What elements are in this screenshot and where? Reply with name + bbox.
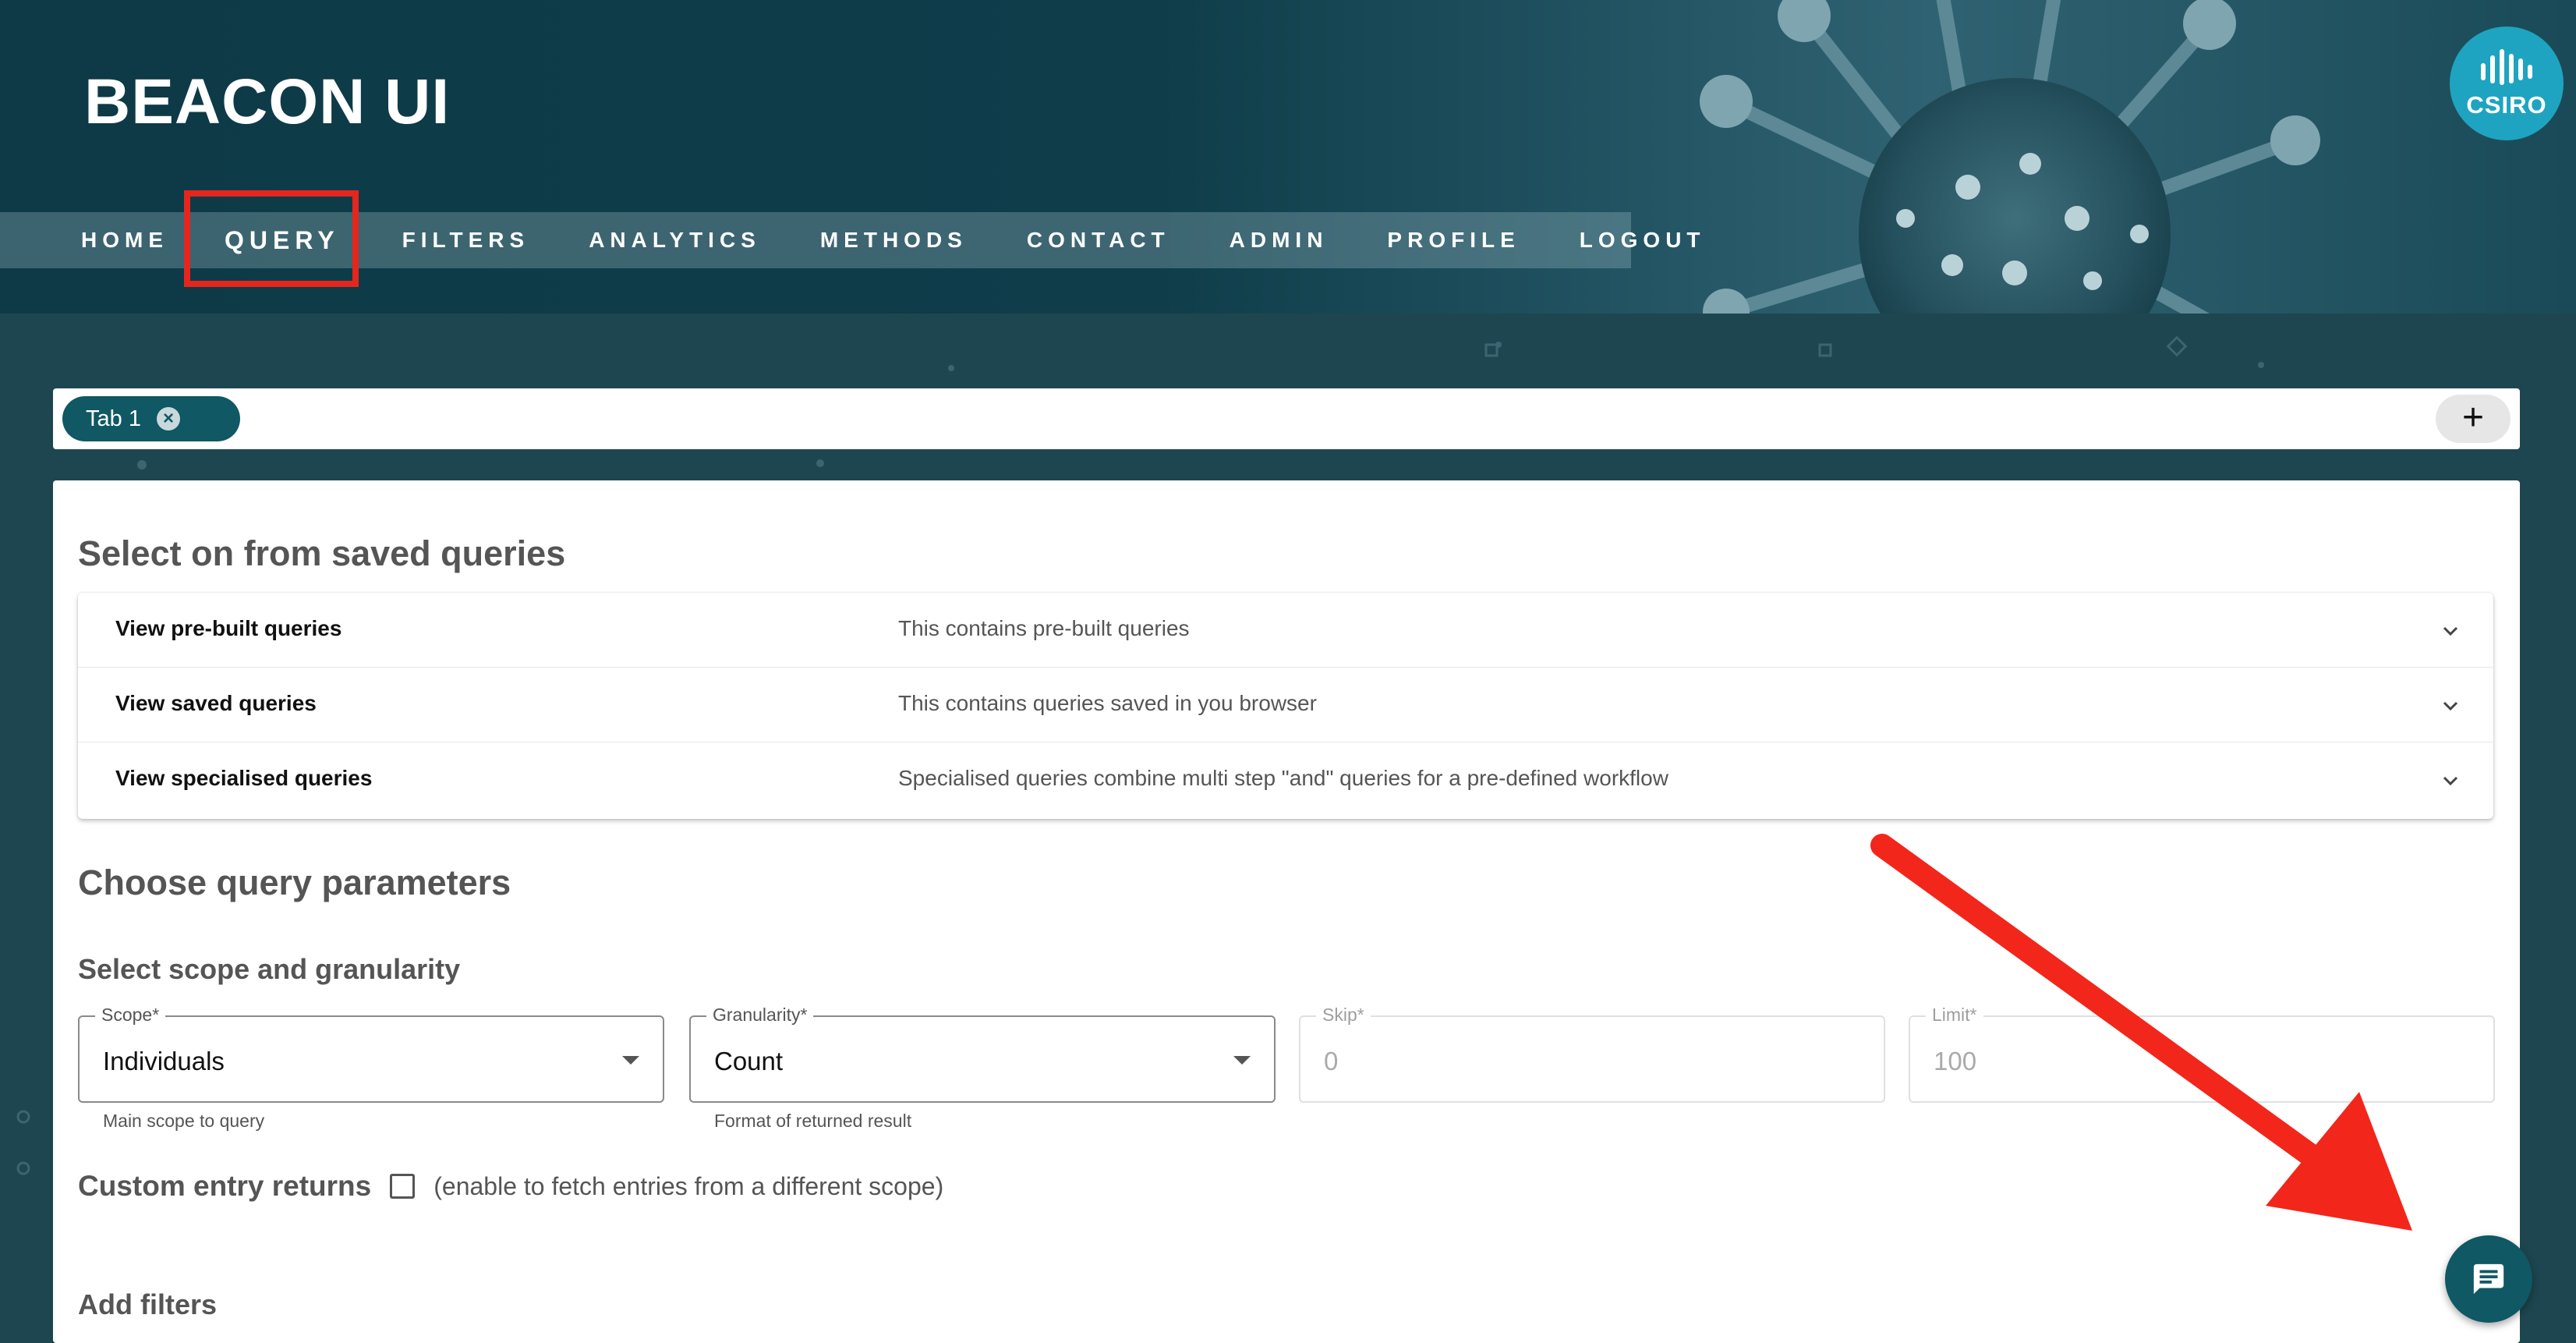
accordion-row-title: View specialised queries: [115, 766, 373, 790]
custom-entry-hint: (enable to fetch entries from a differen…: [433, 1171, 944, 1200]
chevron-down-icon[interactable]: [2439, 694, 2462, 718]
dropdown-arrow-icon: [1233, 1056, 1251, 1065]
granularity-select[interactable]: Granularity* Count: [689, 1005, 1276, 1103]
tab-label: Tab 1: [86, 406, 141, 431]
csiro-bars-icon: [2481, 49, 2532, 85]
custom-entry-checkbox[interactable]: [390, 1174, 416, 1199]
header-banner: BEACON UI HOME QUERY FILTERS ANALYTICS M…: [0, 0, 2576, 314]
scope-select[interactable]: Scope* Individuals: [78, 1005, 664, 1103]
chat-message-icon: [2473, 1263, 2504, 1295]
skip-label: Skip*: [1316, 1005, 1371, 1026]
dropdown-arrow-icon: [622, 1056, 639, 1065]
query-tab-bar: Tab 1 × +: [53, 388, 2520, 449]
app-title: BEACON UI: [84, 66, 451, 137]
scope-value: Individuals: [103, 1047, 225, 1075]
scope-helper: Main scope to query: [103, 1111, 265, 1131]
nav-home[interactable]: HOME: [0, 228, 198, 253]
accordion-row-prebuilt[interactable]: View pre-built queries This contains pre…: [78, 593, 2493, 668]
accordion-row-saved[interactable]: View saved queries This contains queries…: [78, 668, 2493, 742]
nav-profile[interactable]: PROFILE: [1357, 228, 1549, 253]
limit-value: 100: [1934, 1047, 1977, 1075]
chevron-down-icon[interactable]: [2439, 619, 2462, 643]
accordion-row-description: This contains queries saved in you brows…: [898, 691, 1317, 715]
accordion-row-title: View pre-built queries: [115, 616, 342, 640]
csiro-logo[interactable]: CSIRO: [2450, 27, 2564, 140]
custom-entry-label: Custom entry returns: [78, 1170, 372, 1202]
saved-queries-accordion: View pre-built queries This contains pre…: [78, 593, 2493, 819]
limit-label: Limit*: [1926, 1005, 1983, 1026]
plus-icon: +: [2461, 397, 2485, 438]
chat-fab-button[interactable]: [2445, 1235, 2532, 1323]
saved-queries-title: Select on from saved queries: [78, 533, 566, 573]
scope-label: Scope*: [95, 1005, 166, 1026]
custom-entry-row: Custom entry returns (enable to fetch en…: [78, 1170, 943, 1203]
limit-field[interactable]: Limit* 100: [1909, 1005, 2495, 1103]
accordion-row-description: Specialised queries combine multi step "…: [898, 766, 1668, 790]
scope-section-title: Select scope and granularity: [78, 953, 461, 985]
nav-methods[interactable]: METHODS: [791, 228, 997, 253]
query-highlight-box: [184, 190, 359, 287]
accordion-row-title: View saved queries: [115, 691, 317, 715]
granularity-label: Granularity*: [706, 1005, 814, 1026]
granularity-value: Count: [714, 1047, 784, 1075]
query-card: Select on from saved queries View pre-bu…: [53, 480, 2520, 1343]
add-tab-button[interactable]: +: [2436, 395, 2511, 443]
nav-filters[interactable]: FILTERS: [373, 228, 560, 253]
query-params-title: Choose query parameters: [78, 863, 511, 902]
nav-analytics[interactable]: ANALYTICS: [559, 228, 791, 253]
nav-logout[interactable]: LOGOUT: [1550, 228, 1736, 253]
granularity-helper: Format of returned result: [714, 1111, 912, 1131]
accordion-row-description: This contains pre-built queries: [898, 616, 1190, 640]
nav-contact[interactable]: CONTACT: [997, 228, 1200, 253]
add-filters-title: Add filters: [78, 1288, 218, 1320]
skip-field[interactable]: Skip* 0: [1299, 1005, 1885, 1103]
close-circle-icon[interactable]: ×: [156, 407, 180, 431]
nav-admin[interactable]: ADMIN: [1200, 228, 1358, 253]
csiro-logo-text: CSIRO: [2466, 91, 2547, 119]
tab-1[interactable]: Tab 1 ×: [62, 396, 240, 441]
accordion-row-specialised[interactable]: View specialised queries Specialised que…: [78, 742, 2493, 817]
skip-value: 0: [1324, 1047, 1339, 1075]
chevron-down-icon[interactable]: [2439, 769, 2462, 792]
